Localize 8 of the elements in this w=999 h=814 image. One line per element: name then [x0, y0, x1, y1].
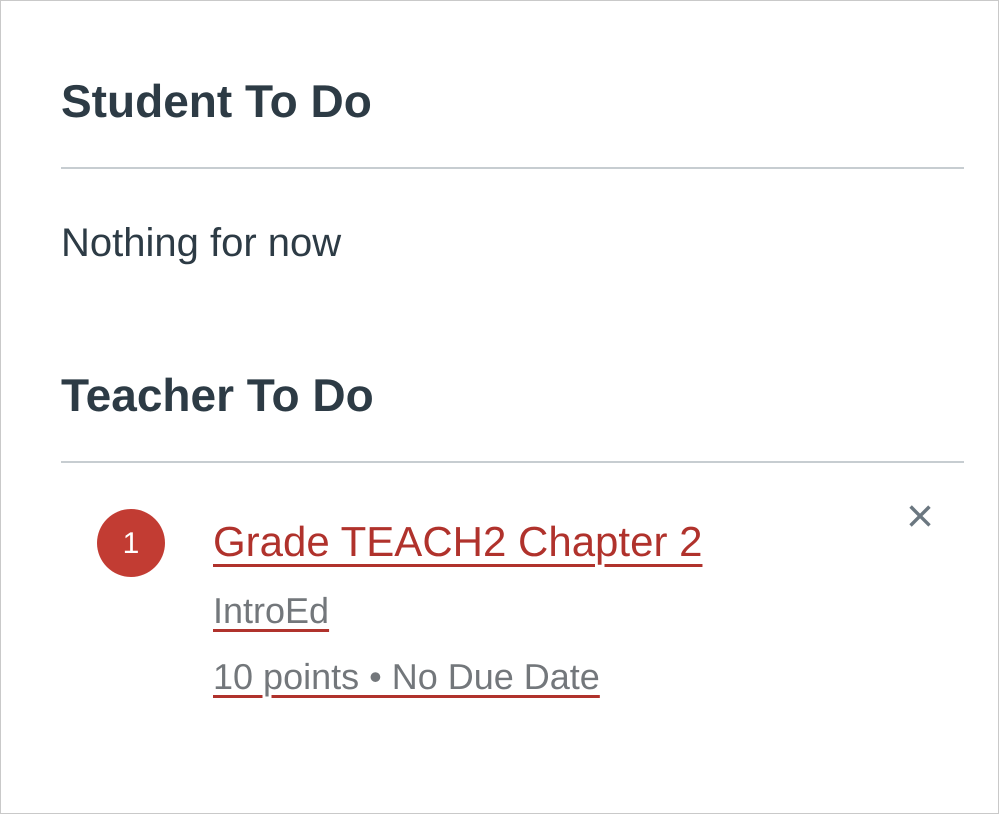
- count-badge: 1: [97, 509, 165, 577]
- section-heading: Student To Do: [61, 74, 372, 129]
- close-button[interactable]: ×: [906, 493, 934, 541]
- section-heading: Teacher To Do: [61, 368, 374, 423]
- assignment-link[interactable]: Grade TEACH2 Chapter 2: [213, 517, 702, 567]
- course-link[interactable]: IntroEd: [213, 589, 330, 633]
- details-link[interactable]: 10 points • No Due Date: [213, 655, 600, 699]
- empty-message: Nothing for now: [61, 220, 342, 267]
